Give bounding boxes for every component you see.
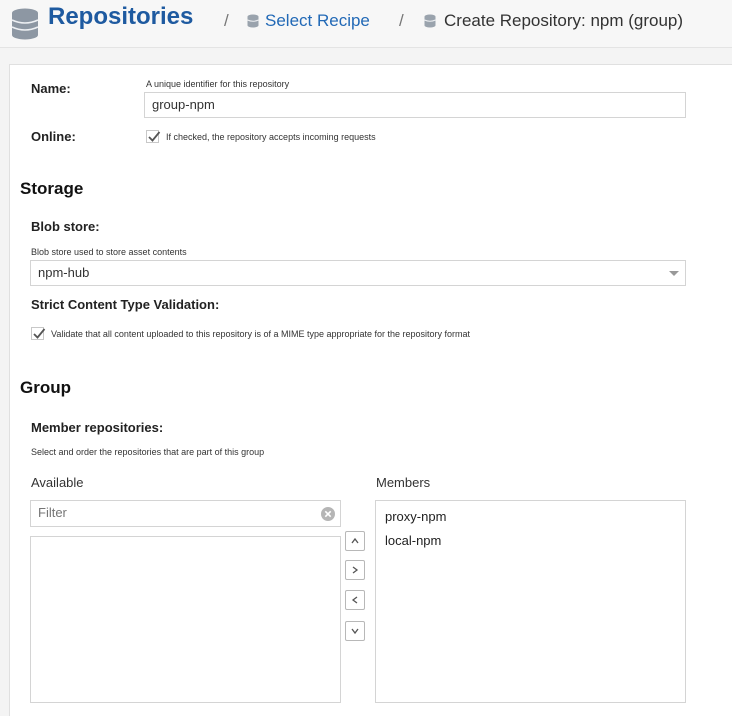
breadcrumb-bar: Repositories / Select Recipe / Create Re… — [0, 0, 732, 48]
checkmark-icon — [33, 328, 46, 339]
strict-validation-checkbox[interactable] — [31, 327, 46, 340]
name-help: A unique identifier for this repository — [146, 79, 290, 89]
database-icon — [424, 14, 436, 33]
strict-validation-help: Validate that all content uploaded to th… — [51, 329, 471, 339]
members-label: Members — [376, 475, 431, 490]
strict-validation-label: Strict Content Type Validation: — [31, 297, 220, 312]
available-list[interactable] — [30, 536, 341, 703]
repository-form: Name: A unique identifier for this repos… — [9, 64, 732, 716]
database-icon — [10, 8, 40, 45]
group-section-title: Group — [20, 378, 71, 397]
clear-filter-icon[interactable] — [321, 507, 335, 521]
online-checkbox[interactable] — [146, 130, 161, 143]
breadcrumb-separator: / — [399, 11, 404, 30]
name-label: Name: — [31, 81, 71, 96]
dropdown-arrow-icon — [669, 271, 679, 276]
remove-member-button[interactable] — [345, 590, 365, 610]
blob-store-help: Blob store used to store asset contents — [31, 247, 187, 257]
filter-input[interactable] — [38, 501, 308, 524]
name-field[interactable]: group-npm — [144, 92, 686, 118]
member-repositories-help: Select and order the repositories that a… — [31, 447, 265, 457]
page-title[interactable]: Repositories — [48, 3, 193, 31]
chevron-left-icon — [351, 596, 358, 604]
breadcrumb-select-recipe[interactable]: Select Recipe — [265, 11, 370, 31]
filter-input-wrapper — [30, 500, 341, 527]
checkmark-icon — [148, 131, 161, 142]
blob-store-label: Blob store: — [31, 219, 100, 234]
blob-store-select[interactable]: npm-hub — [30, 260, 686, 286]
move-down-button[interactable] — [345, 621, 365, 641]
chevron-up-icon — [351, 537, 359, 544]
move-up-button[interactable] — [345, 531, 365, 551]
database-icon — [247, 14, 259, 33]
chevron-right-icon — [352, 566, 359, 574]
online-help: If checked, the repository accepts incom… — [166, 132, 376, 142]
available-label: Available — [31, 475, 84, 490]
list-item[interactable]: local-npm — [385, 533, 441, 548]
add-member-button[interactable] — [345, 560, 365, 580]
breadcrumb-separator: / — [224, 11, 229, 30]
members-list[interactable]: proxy-npm local-npm — [375, 500, 686, 703]
blob-store-value: npm-hub — [38, 265, 90, 280]
list-item[interactable]: proxy-npm — [385, 509, 446, 524]
chevron-down-icon — [351, 628, 359, 635]
breadcrumb-current: Create Repository: npm (group) — [444, 11, 684, 30]
storage-section-title: Storage — [20, 179, 84, 198]
online-label: Online: — [31, 129, 76, 144]
member-repositories-label: Member repositories: — [31, 420, 164, 435]
